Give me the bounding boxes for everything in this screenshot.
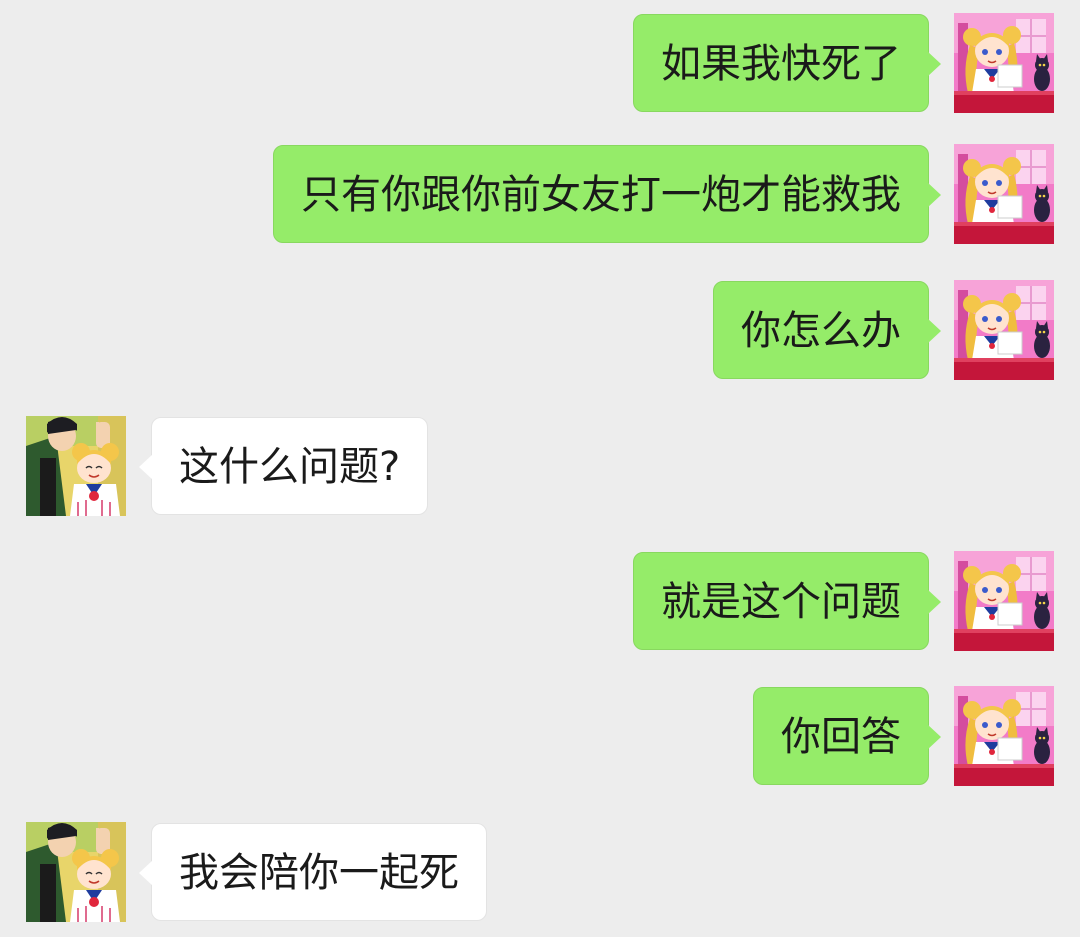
usagi-avatar-icon[interactable] [954, 551, 1054, 651]
usagi-avatar-icon[interactable] [954, 144, 1054, 244]
sent-message-bubble[interactable]: 就是这个问题 [633, 552, 941, 650]
message-row: 你回答 [0, 686, 1080, 786]
received-message-bubble[interactable]: 这什么问题? [138, 417, 429, 515]
message-row: 如果我快死了 [0, 13, 1080, 113]
received-message-bubble[interactable]: 我会陪你一起死 [139, 823, 487, 921]
usagi-avatar-icon[interactable] [954, 686, 1054, 786]
sent-message-bubble[interactable]: 你回答 [753, 687, 941, 785]
sent-message-bubble[interactable]: 你怎么办 [713, 281, 941, 379]
message-row: 只有你跟你前女友打一炮才能救我 [0, 144, 1080, 244]
sent-message-bubble[interactable]: 如果我快死了 [633, 14, 941, 112]
chat-message-list[interactable]: 如果我快死了 只有你跟你前女友打一炮才能救我 你怎么办 这什么问题? 就是这个问… [0, 0, 1080, 937]
message-row: 我会陪你一起死 [0, 822, 1080, 922]
usagi-avatar-icon[interactable] [954, 280, 1054, 380]
couple-avatar-icon[interactable] [26, 822, 126, 922]
sent-message-bubble[interactable]: 只有你跟你前女友打一炮才能救我 [273, 145, 941, 243]
message-row: 这什么问题? [0, 416, 1080, 516]
usagi-avatar-icon[interactable] [954, 13, 1054, 113]
couple-avatar-icon[interactable] [26, 416, 126, 516]
message-row: 就是这个问题 [0, 551, 1080, 651]
message-row: 你怎么办 [0, 280, 1080, 380]
